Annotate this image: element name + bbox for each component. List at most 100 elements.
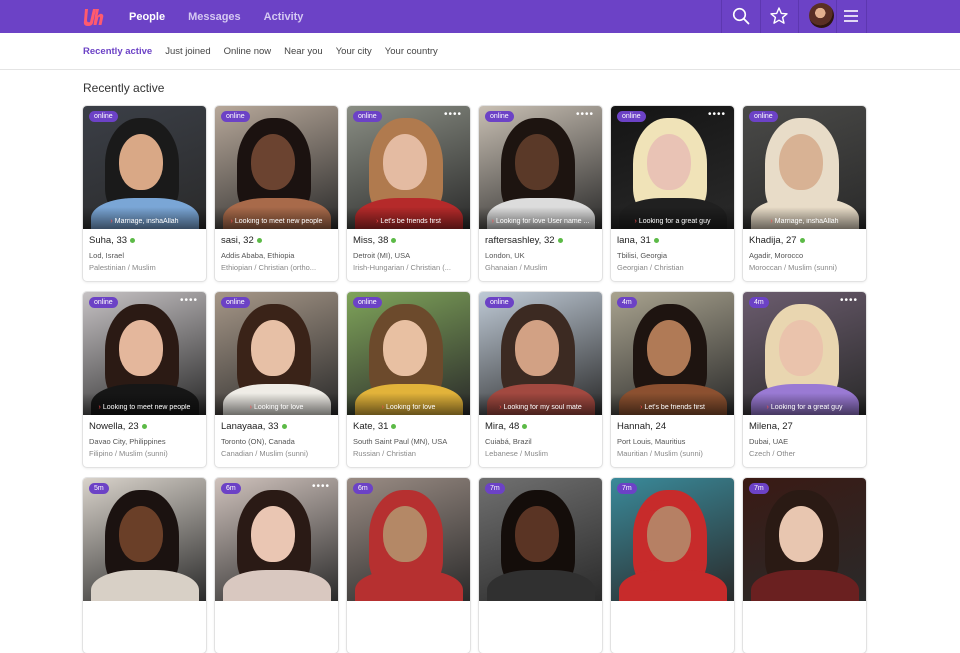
tab-near-you[interactable]: Near you: [284, 46, 323, 57]
status-badge: 5m: [89, 483, 109, 494]
profile-card[interactable]: online •••• › Looking for a great guy lana, …: [611, 106, 734, 281]
caption-text: › Looking for love: [347, 404, 470, 411]
profile-card[interactable]: online › Looking for my soul mate Mira, 48 C…: [479, 292, 602, 467]
profile-name[interactable]: Milena, 27: [749, 421, 860, 432]
photo-body: [751, 570, 859, 601]
nav-item-activity[interactable]: Activity: [264, 11, 304, 23]
profile-name[interactable]: Hannah, 24: [617, 421, 728, 432]
profile-card[interactable]: online •••• › Looking for love User name ..…: [479, 106, 602, 281]
profile-location: Tbilisi, Georgia: [617, 251, 668, 260]
star-icon[interactable]: [769, 6, 789, 26]
nav-item-people[interactable]: People: [129, 11, 165, 23]
online-indicator: [522, 423, 528, 429]
profile-name[interactable]: Mira, 48: [485, 421, 596, 432]
caption-arrow-icon: ›: [230, 218, 233, 225]
profile-name[interactable]: Nowella, 23: [89, 421, 200, 432]
profile-photo[interactable]: online •••• › Let's be friends first: [347, 106, 470, 229]
profile-photo[interactable]: online › Looking for my soul mate: [479, 292, 602, 415]
status-badge: 4m: [749, 297, 769, 308]
tab-your-country[interactable]: Your country: [385, 46, 438, 57]
tab-your-city[interactable]: Your city: [336, 46, 372, 57]
status-badge: online: [89, 111, 118, 122]
profile-name[interactable]: Khadija, 27: [749, 235, 860, 246]
more-options-icon[interactable]: ••••: [708, 110, 726, 120]
profile-name-text: Mira, 48: [485, 421, 520, 432]
profile-name[interactable]: Suha, 33: [89, 235, 200, 246]
caption-arrow-icon: ›: [249, 404, 252, 411]
profile-photo[interactable]: online › Marriage, inshaAllah: [743, 106, 866, 229]
profile-photo[interactable]: 7m: [611, 478, 734, 601]
photo-face: [515, 134, 559, 190]
profile-card[interactable]: online › Looking for love Kate, 31 South Sai…: [347, 292, 470, 467]
profile-location: Agadir, Morocco: [749, 251, 804, 260]
avatar[interactable]: [809, 3, 834, 28]
profile-background: Russian / Christian: [353, 449, 416, 458]
more-options-icon[interactable]: ••••: [444, 110, 462, 120]
profile-grid: online › Marriage, inshaAllah Suha, 33 Lod, …: [83, 106, 867, 653]
tab-online-now[interactable]: Online now: [224, 46, 272, 57]
nav-item-messages[interactable]: Messages: [188, 11, 241, 23]
tab-recently-active[interactable]: Recently active: [83, 46, 152, 57]
profile-photo[interactable]: 7m: [743, 478, 866, 601]
more-options-icon[interactable]: ••••: [840, 296, 858, 306]
profile-background: Ethiopian / Christian (ortho...: [221, 263, 317, 272]
profile-name[interactable]: Kate, 31: [353, 421, 464, 432]
profile-photo[interactable]: 4m •••• › Looking for a great guy: [743, 292, 866, 415]
profile-photo[interactable]: online •••• › Looking for love User name ..…: [479, 106, 602, 229]
profile-name[interactable]: lana, 31: [617, 235, 728, 246]
profile-location: Lod, Israel: [89, 251, 125, 260]
profile-card[interactable]: online › Looking for love Lanayaaa, 33 Toron…: [215, 292, 338, 467]
profile-photo[interactable]: online › Looking for love: [347, 292, 470, 415]
profile-photo[interactable]: 5m: [83, 478, 206, 601]
caption-label: Looking for my soul mate: [503, 404, 582, 411]
section-title: Recently active: [83, 81, 165, 95]
profile-info: Lanayaaa, 33 Toronto (ON), Canada Canadian…: [215, 415, 338, 458]
profile-info: Nowella, 23 Davao City, Philippines Filipi…: [83, 415, 206, 458]
more-options-icon[interactable]: ••••: [312, 482, 330, 492]
profile-card[interactable]: online •••• › Looking to meet new people Now…: [83, 292, 206, 467]
profile-card[interactable]: 5m: [83, 478, 206, 653]
profile-photo[interactable]: 4m › Let's be friends first: [611, 292, 734, 415]
profile-background: Filipino / Muslim (sunni): [89, 449, 168, 458]
more-options-icon[interactable]: ••••: [576, 110, 594, 120]
tab-just-joined[interactable]: Just joined: [165, 46, 210, 57]
profile-name[interactable]: sasi, 32: [221, 235, 332, 246]
profile-card[interactable]: 7m: [479, 478, 602, 653]
profile-card[interactable]: 4m › Let's be friends first Hannah, 24 Port …: [611, 292, 734, 467]
profile-card[interactable]: 6m ••••: [215, 478, 338, 653]
profile-name-text: Nowella, 23: [89, 421, 139, 432]
logo-icon[interactable]: [82, 3, 108, 29]
online-indicator: [799, 237, 805, 243]
profile-card[interactable]: 7m: [611, 478, 734, 653]
profile-name[interactable]: raftersashley, 32: [485, 235, 596, 246]
profile-info: Milena, 27 Dubai, UAE Czech / Other: [743, 415, 866, 458]
caption-text: › Let's be friends first: [611, 404, 734, 411]
profile-photo[interactable]: 6m ••••: [215, 478, 338, 601]
photo-body: [91, 570, 199, 601]
profile-card[interactable]: 7m: [743, 478, 866, 653]
profile-photo[interactable]: online •••• › Looking to meet new people: [83, 292, 206, 415]
search-icon[interactable]: [731, 6, 751, 26]
caption-label: Marriage, inshaAllah: [114, 218, 179, 225]
profile-photo[interactable]: 6m: [347, 478, 470, 601]
profile-photo[interactable]: online › Marriage, inshaAllah: [83, 106, 206, 229]
profile-card[interactable]: 6m: [347, 478, 470, 653]
profile-photo[interactable]: 7m: [479, 478, 602, 601]
profile-photo[interactable]: online › Looking for love: [215, 292, 338, 415]
profile-photo[interactable]: online •••• › Looking for a great guy: [611, 106, 734, 229]
profile-location: Cuiabá, Brazil: [485, 437, 532, 446]
menu-icon[interactable]: [841, 6, 861, 26]
profile-card[interactable]: online › Looking to meet new people sasi, 3…: [215, 106, 338, 281]
profile-location: Toronto (ON), Canada: [221, 437, 295, 446]
profile-photo[interactable]: online › Looking to meet new people: [215, 106, 338, 229]
profile-name[interactable]: Miss, 38: [353, 235, 464, 246]
filter-tab-list: Recently active Just joined Online now Near…: [83, 33, 451, 70]
profile-card[interactable]: online •••• › Let's be friends first Miss, 3…: [347, 106, 470, 281]
status-badge: 6m: [221, 483, 241, 494]
profile-name[interactable]: Lanayaaa, 33: [221, 421, 332, 432]
caption-arrow-icon: ›: [376, 218, 379, 225]
profile-card[interactable]: online › Marriage, inshaAllah Khadija, 27 Ag…: [743, 106, 866, 281]
profile-card[interactable]: online › Marriage, inshaAllah Suha, 33 Lod, …: [83, 106, 206, 281]
profile-card[interactable]: 4m •••• › Looking for a great guy Milena, 27…: [743, 292, 866, 467]
more-options-icon[interactable]: ••••: [180, 296, 198, 306]
